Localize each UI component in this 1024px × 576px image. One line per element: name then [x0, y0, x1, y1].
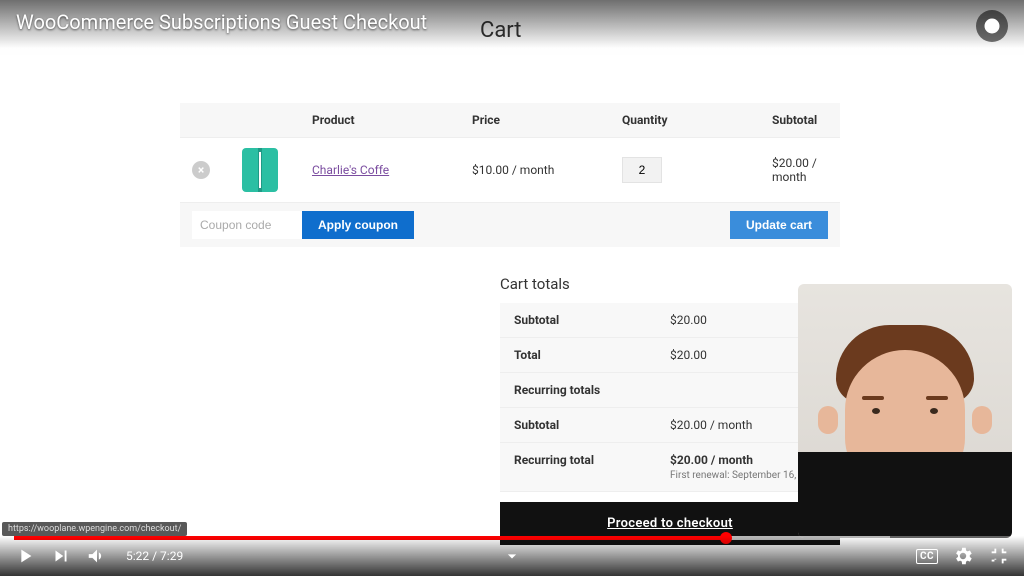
- time-display: 5:22 / 7:29: [126, 549, 183, 563]
- product-thumbnail[interactable]: [242, 148, 278, 192]
- cc-icon: CC: [916, 549, 938, 564]
- play-icon: [14, 545, 36, 567]
- status-url-tooltip: https://wooplane.wpengine.com/checkout/: [2, 522, 187, 536]
- coupon-input[interactable]: [192, 211, 302, 239]
- cart-totals: Cart totals Subtotal$20.00 Total$20.00 R…: [500, 275, 840, 492]
- table-header: Product Price Quantity Subtotal: [180, 103, 840, 138]
- exit-fullscreen-icon: [988, 545, 1010, 567]
- cart-table: Product Price Quantity Subtotal × Charli…: [180, 103, 840, 247]
- price-cell: $10.00 / month: [472, 163, 622, 177]
- coupon-row: Apply coupon Update cart: [180, 203, 840, 247]
- total-label: Total: [514, 348, 670, 362]
- settings-button[interactable]: [952, 545, 974, 567]
- col-price: Price: [472, 113, 622, 127]
- recurring-subtotal-label: Subtotal: [514, 418, 670, 432]
- table-row: × Charlie's Coffe $10.00 / month $20.00 …: [180, 138, 840, 203]
- recurring-heading: Recurring totals: [514, 383, 670, 397]
- captions-button[interactable]: CC: [916, 545, 938, 567]
- volume-button[interactable]: [86, 545, 108, 567]
- col-quantity: Quantity: [622, 113, 772, 127]
- video-title-bar: WooCommerce Subscriptions Guest Checkout: [0, 0, 1024, 48]
- remove-item-button[interactable]: ×: [192, 161, 210, 179]
- gear-icon: [952, 545, 974, 567]
- chapters-chevron[interactable]: [502, 546, 522, 570]
- update-cart-button[interactable]: Update cart: [730, 211, 828, 239]
- volume-icon: [86, 545, 108, 567]
- recurring-total-label: Recurring total: [514, 453, 670, 481]
- next-icon: [50, 545, 72, 567]
- presenter-webcam: [798, 284, 1012, 538]
- col-product: Product: [312, 113, 472, 127]
- product-link[interactable]: Charlie's Coffe: [312, 163, 389, 177]
- subtotal-label: Subtotal: [514, 313, 670, 327]
- subtotal-cell: $20.00 / month: [772, 156, 828, 184]
- play-button[interactable]: [14, 545, 36, 567]
- exit-fullscreen-button[interactable]: [988, 545, 1010, 567]
- video-player: Cart Product Price Quantity Subtotal × C…: [0, 0, 1024, 576]
- clock-icon: [983, 17, 1001, 35]
- watch-later-button[interactable]: [976, 10, 1008, 42]
- apply-coupon-button[interactable]: Apply coupon: [302, 211, 414, 239]
- col-subtotal: Subtotal: [772, 113, 828, 127]
- quantity-input[interactable]: [622, 157, 662, 183]
- cart-totals-heading: Cart totals: [500, 275, 840, 293]
- chevron-down-icon: [502, 546, 522, 566]
- video-title: WooCommerce Subscriptions Guest Checkout: [16, 10, 976, 34]
- next-button[interactable]: [50, 545, 72, 567]
